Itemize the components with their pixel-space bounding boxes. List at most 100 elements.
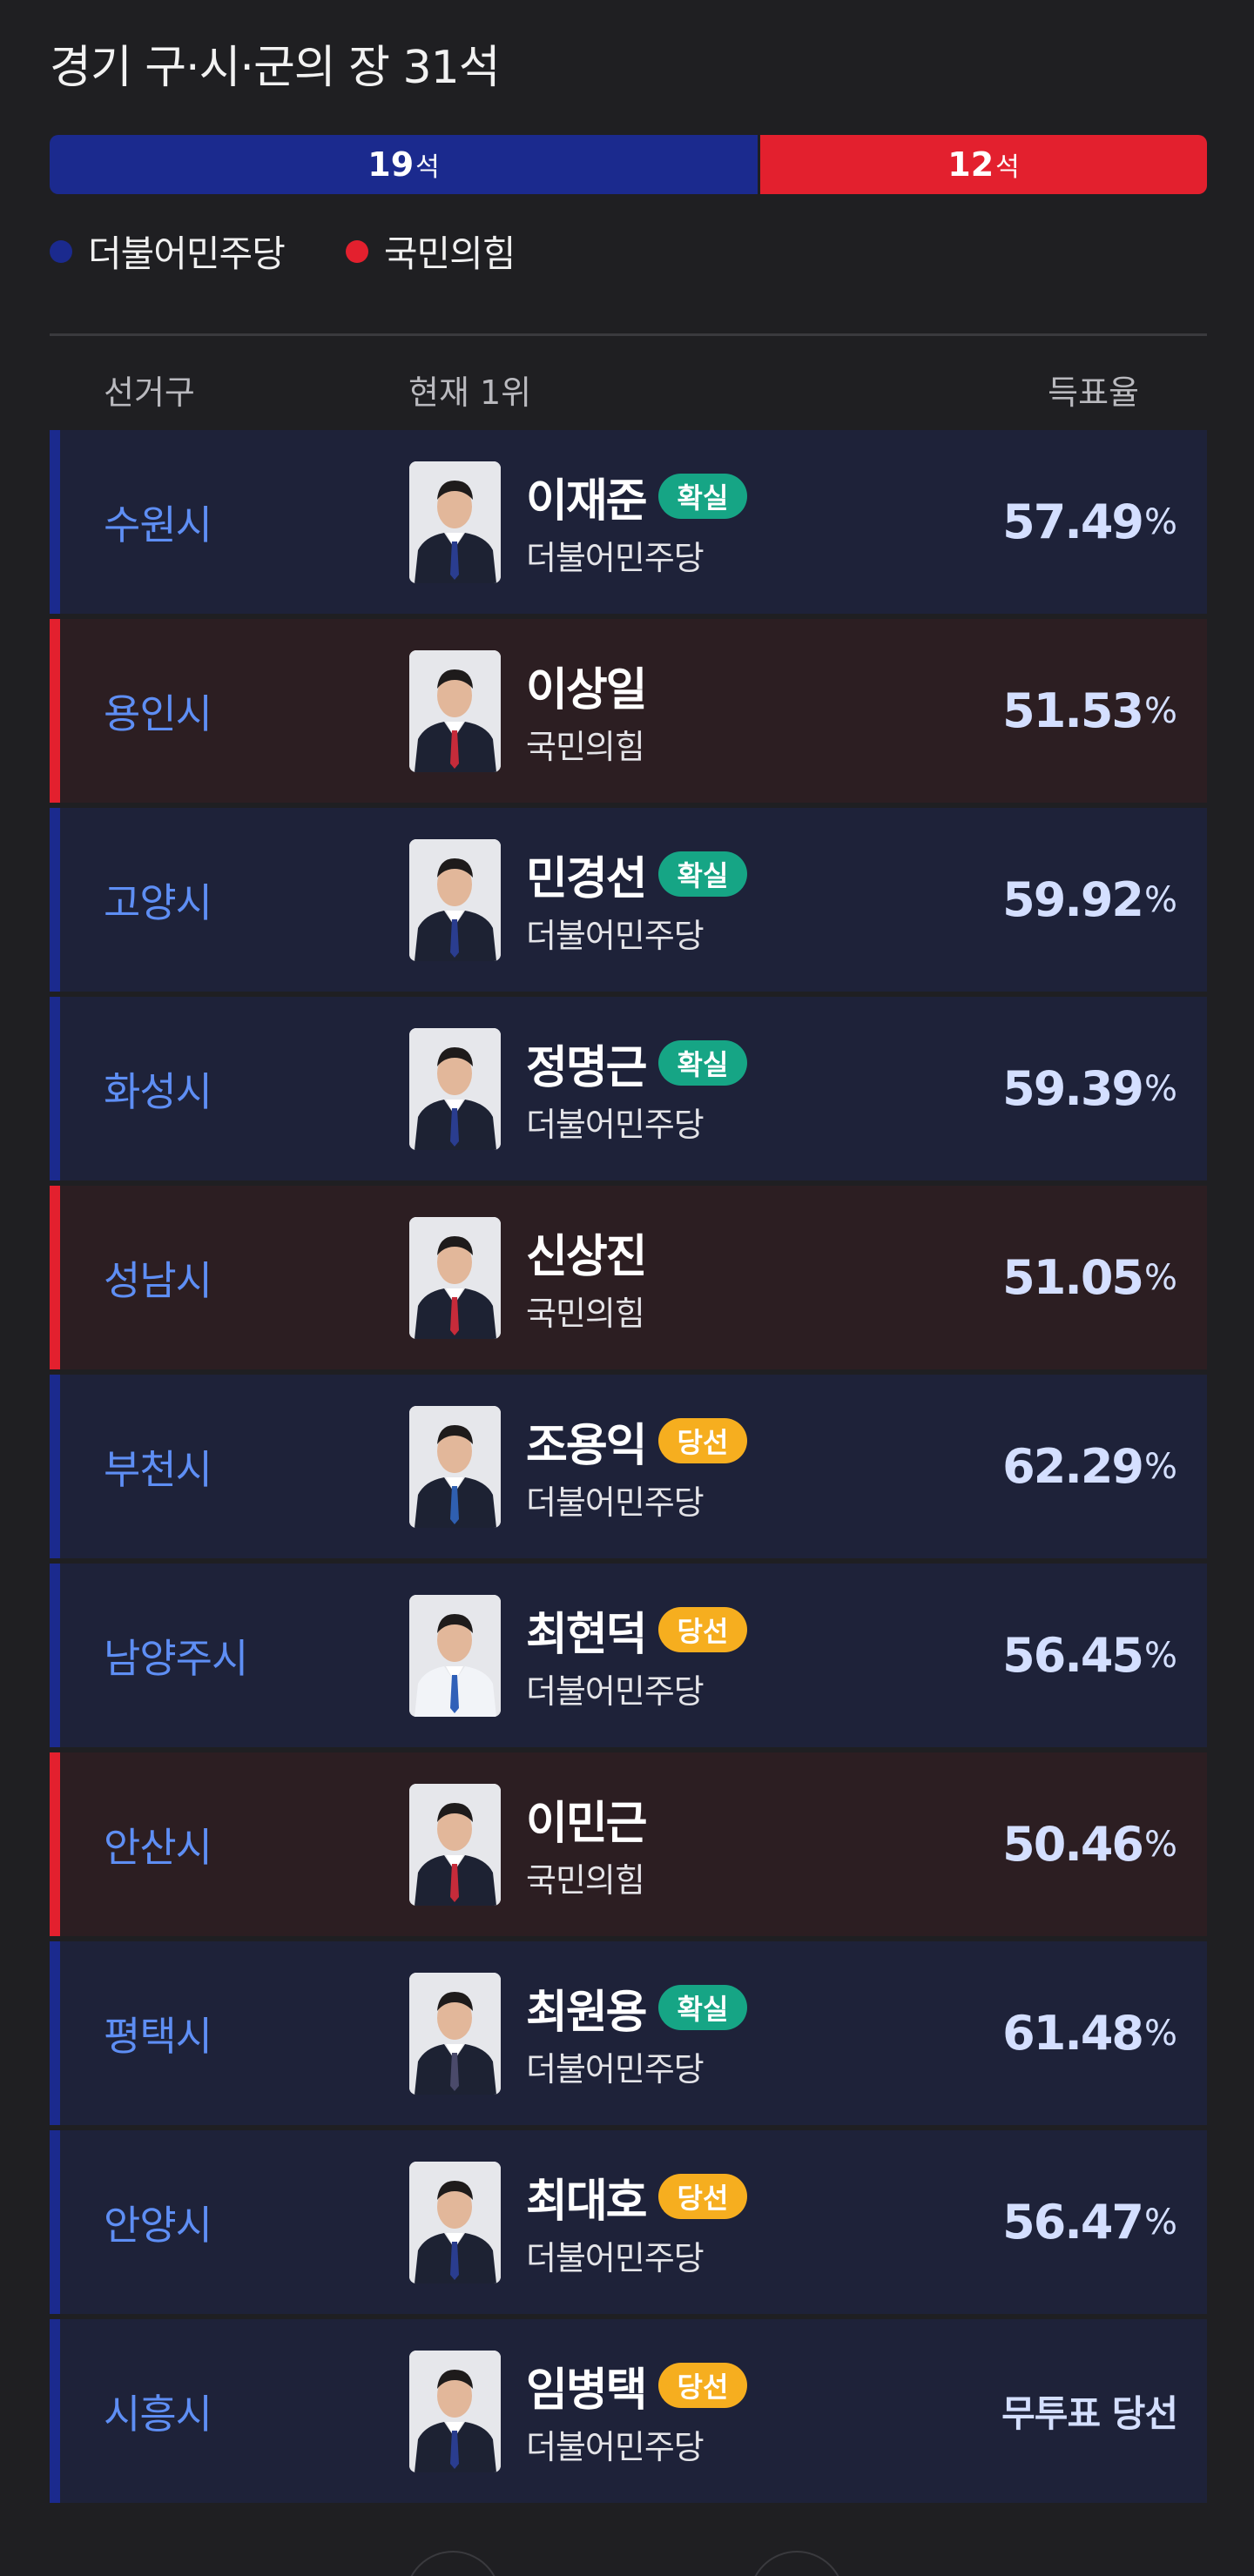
- party-stripe: [50, 1375, 60, 1558]
- dem-seat-unit: 석: [415, 152, 440, 183]
- candidate-name-line: 최원용 확실: [526, 1976, 748, 2039]
- candidate-name: 이재준: [526, 474, 648, 528]
- district-name: 안양시: [104, 2201, 212, 2249]
- district-row[interactable]: 용인시 이상일 국민의힘 51.53%: [50, 619, 1207, 803]
- vote-rate-unit: %: [1143, 1635, 1177, 1676]
- candidate-name-line: 최대호 당선: [526, 2165, 748, 2228]
- vote-rate-value: 62.29: [1002, 1439, 1144, 1494]
- status-badge: 확실: [657, 474, 748, 519]
- status-badge: 당선: [657, 1607, 748, 1652]
- party-stripe: [50, 1941, 60, 2125]
- vote-rate-unit: %: [1143, 2202, 1177, 2243]
- section-divider: [50, 333, 1207, 336]
- candidate-party: 국민의힘: [526, 728, 645, 766]
- district-row[interactable]: 안산시 이민근 국민의힘 50.46%: [50, 1752, 1207, 1936]
- status-badge: 확실: [657, 1985, 748, 2030]
- candidate-name: 최현덕: [526, 1608, 648, 1661]
- district-row[interactable]: 시흥시 임병택 당선 더불어민주당 무투표 당선: [50, 2319, 1207, 2503]
- vote-rate: 56.45%: [1002, 1564, 1177, 1747]
- party-stripe: [50, 997, 60, 1180]
- candidate-party: 더불어민주당: [526, 539, 705, 577]
- candidate-info: 최대호 당선 더불어민주당: [526, 2165, 748, 2279]
- vote-rate: 61.48%: [1002, 1941, 1177, 2125]
- candidate-photo: [409, 1406, 501, 1528]
- district-row[interactable]: 안양시 최대호 당선 더불어민주당 56.47%: [50, 2130, 1207, 2314]
- district-name: 고양시: [104, 878, 212, 926]
- vote-rate-value: 59.39: [1002, 1061, 1144, 1116]
- results-page: 경기 구·시·군의 장 31석 19 석 12 석 더불어민주당 국민의힘 선거구 …: [0, 0, 1254, 2576]
- candidate-party: 더불어민주당: [526, 1106, 705, 1144]
- candidate-photo: [409, 839, 501, 961]
- candidate-info: 정명근 확실 더불어민주당: [526, 1032, 748, 1146]
- candidate-photo: [409, 2351, 501, 2472]
- candidate-party: 더불어민주당: [526, 1483, 705, 1522]
- candidate-photo: [409, 650, 501, 772]
- vote-rate: 59.92%: [1002, 808, 1177, 992]
- district-name: 남양주시: [104, 1634, 248, 1682]
- vote-rate-unit: %: [1143, 1446, 1177, 1487]
- page-nav-prev-button[interactable]: [405, 2551, 501, 2576]
- vote-rate: 59.39%: [1002, 997, 1177, 1180]
- district-name: 용인시: [104, 689, 212, 737]
- vote-rate-unit: %: [1143, 501, 1177, 542]
- candidate-name-line: 이재준 확실: [526, 465, 748, 528]
- district-row[interactable]: 평택시 최원용 확실 더불어민주당 61.48%: [50, 1941, 1207, 2125]
- vote-rate-value: 51.53: [1002, 683, 1144, 738]
- vote-rate: 56.47%: [1002, 2130, 1177, 2314]
- page-title: 경기 구·시·군의 장 31석: [50, 42, 501, 94]
- district-row[interactable]: 성남시 신상진 국민의힘 51.05%: [50, 1186, 1207, 1369]
- party-stripe: [50, 619, 60, 803]
- dem-dot-icon: [50, 239, 72, 263]
- candidate-name: 민경선: [526, 852, 648, 905]
- vote-rate: 51.05%: [1002, 1186, 1177, 1369]
- district-row[interactable]: 부천시 조용익 당선 더불어민주당 62.29%: [50, 1375, 1207, 1558]
- district-list: 수원시 이재준 확실 더불어민주당 57.49% 용인시 이상일 국민의힘 51.53% 고양시 민…: [50, 430, 1207, 2508]
- district-row[interactable]: 수원시 이재준 확실 더불어민주당 57.49%: [50, 430, 1207, 614]
- district-name: 부천시: [104, 1445, 212, 1493]
- seat-bar-dem: 19 석: [50, 135, 758, 194]
- party-stripe: [50, 1752, 60, 1936]
- legend-label-dem: 더불어민주당: [88, 232, 286, 275]
- candidate-party: 더불어민주당: [526, 917, 705, 955]
- vote-rate-unit: %: [1143, 879, 1177, 920]
- vote-rate-unit: %: [1143, 2013, 1177, 2054]
- candidate-party: 더불어민주당: [526, 1672, 705, 1711]
- candidate-photo: [409, 1784, 501, 1906]
- candidate-info: 이상일국민의힘: [526, 654, 648, 768]
- candidate-info: 조용익 당선 더불어민주당: [526, 1409, 748, 1523]
- vote-rate-value: 56.47: [1002, 2195, 1144, 2250]
- vote-rate: 50.46%: [1002, 1752, 1177, 1936]
- dem-seat-count: 19: [367, 145, 415, 184]
- district-row[interactable]: 화성시 정명근 확실 더불어민주당 59.39%: [50, 997, 1207, 1180]
- page-nav-next-button[interactable]: [749, 2551, 845, 2576]
- party-stripe: [50, 2130, 60, 2314]
- unopposed-note: 무투표 당선: [1001, 2392, 1178, 2435]
- candidate-name-line: 민경선 확실: [526, 843, 748, 905]
- district-name: 시흥시: [104, 2390, 212, 2438]
- vote-rate-value: 57.49: [1002, 494, 1144, 549]
- district-row[interactable]: 남양주시 최현덕 당선더불어민주당 56.45%: [50, 1564, 1207, 1747]
- vote-rate-value: 50.46: [1002, 1817, 1144, 1872]
- district-name: 성남시: [104, 1256, 212, 1304]
- candidate-photo: [409, 1973, 501, 2095]
- legend-item-ppp: 국민의힘: [345, 225, 516, 278]
- candidate-photo: [409, 1028, 501, 1150]
- candidate-party: 국민의힘: [526, 1861, 645, 1900]
- candidate-name: 정명근: [526, 1041, 648, 1094]
- status-badge: 당선: [657, 2363, 748, 2408]
- candidate-info: 신상진 국민의힘: [526, 1221, 648, 1335]
- vote-rate: 62.29%: [1002, 1375, 1177, 1558]
- candidate-name-line: 이상일: [526, 654, 648, 716]
- party-stripe: [50, 1564, 60, 1747]
- party-legend: 더불어민주당 국민의힘: [50, 225, 576, 278]
- district-row[interactable]: 고양시 민경선 확실더불어민주당 59.92%: [50, 808, 1207, 992]
- candidate-name-line: 신상진: [526, 1221, 648, 1283]
- legend-label-ppp: 국민의힘: [383, 232, 516, 275]
- status-badge: 당선: [657, 2174, 748, 2219]
- header-district: 선거구: [104, 373, 195, 412]
- ppp-seat-count: 12: [947, 145, 994, 184]
- candidate-name: 임병택: [526, 2364, 648, 2417]
- candidate-name: 최원용: [526, 1986, 648, 2039]
- candidate-name-line: 임병택 당선: [526, 2354, 748, 2417]
- candidate-name: 조용익: [526, 1419, 648, 1472]
